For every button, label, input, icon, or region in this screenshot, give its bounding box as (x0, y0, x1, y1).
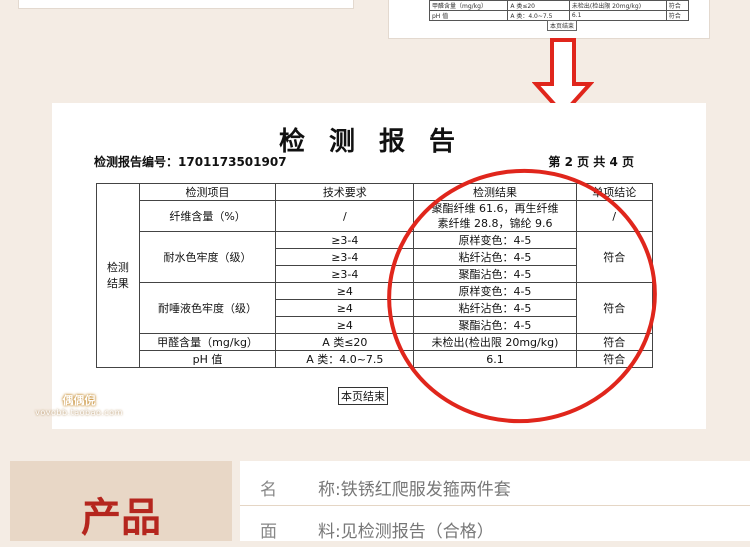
watermark-brand: 偶偶倪 (62, 394, 96, 407)
table-cell: 6.1 (568, 10, 667, 21)
info-value: 称:铁锈红爬服发箍两件套 (318, 480, 511, 500)
mini-results-table: 甲醛含量（mg/kg） A 类≤20 未检出(检出限 20mg/kg) 符合 p… (428, 0, 690, 21)
side-label-cell: 检测结果 (96, 183, 140, 368)
info-value: 料:见检测报告（合格） (318, 522, 494, 542)
top-left-document-strip (18, 0, 354, 9)
report-number: 检测报告编号：1701173501907 (94, 155, 287, 169)
info-label: 名 (260, 480, 277, 500)
product-title: 产品 (81, 495, 161, 541)
info-row-name: 名 称:铁锈红爬服发箍两件套 (240, 465, 750, 506)
table-cell: pH 值 (138, 350, 277, 368)
page-end-label: 本页结束 (547, 20, 578, 31)
table-cell: 符合 (665, 10, 690, 21)
info-label: 面 (260, 522, 277, 542)
table-cell: 甲醛含量（mg/kg） (428, 0, 509, 11)
table-cell: pH 值 (428, 10, 509, 21)
product-title-panel: 产品 (10, 461, 232, 541)
watermark-url: vovobb.taobao.com (35, 408, 123, 417)
table-cell: A 类≤20 (507, 0, 570, 11)
table-cell: 耐水色牢度（级） (138, 231, 277, 283)
highlight-circle (387, 168, 657, 424)
shop-watermark: 偶偶倪 vovobb.taobao.com (14, 392, 144, 417)
table-cell: A 类：4.0~7.5 (507, 10, 570, 21)
table-cell: 耐唾液色牢度（级） (138, 282, 277, 334)
table-cell: 甲醛含量（mg/kg） (138, 333, 277, 351)
table-row: pH 值 A 类：4.0~7.5 6.1 符合 (428, 10, 690, 21)
info-row-fabric: 面 料:见检测报告（合格） (240, 507, 750, 547)
table-cell: 纤维含量（%） (138, 200, 277, 232)
side-label: 检测结果 (106, 260, 129, 290)
table-cell: 未检出(检出限 20mg/kg) (568, 0, 667, 11)
product-info-panel: 名 称:铁锈红爬服发箍两件套 面 料:见检测报告（合格） (240, 461, 750, 542)
table-row: 甲醛含量（mg/kg） A 类≤20 未检出(检出限 20mg/kg) 符合 (428, 0, 690, 11)
column-header: 检测项目 (138, 183, 277, 201)
top-report-preview: 甲醛含量（mg/kg） A 类≤20 未检出(检出限 20mg/kg) 符合 p… (388, 0, 710, 39)
test-report-document: 检测报告 检测报告编号：1701173501907 第 2 页 共 4 页 检测… (52, 103, 706, 429)
table-cell: 符合 (665, 0, 690, 11)
